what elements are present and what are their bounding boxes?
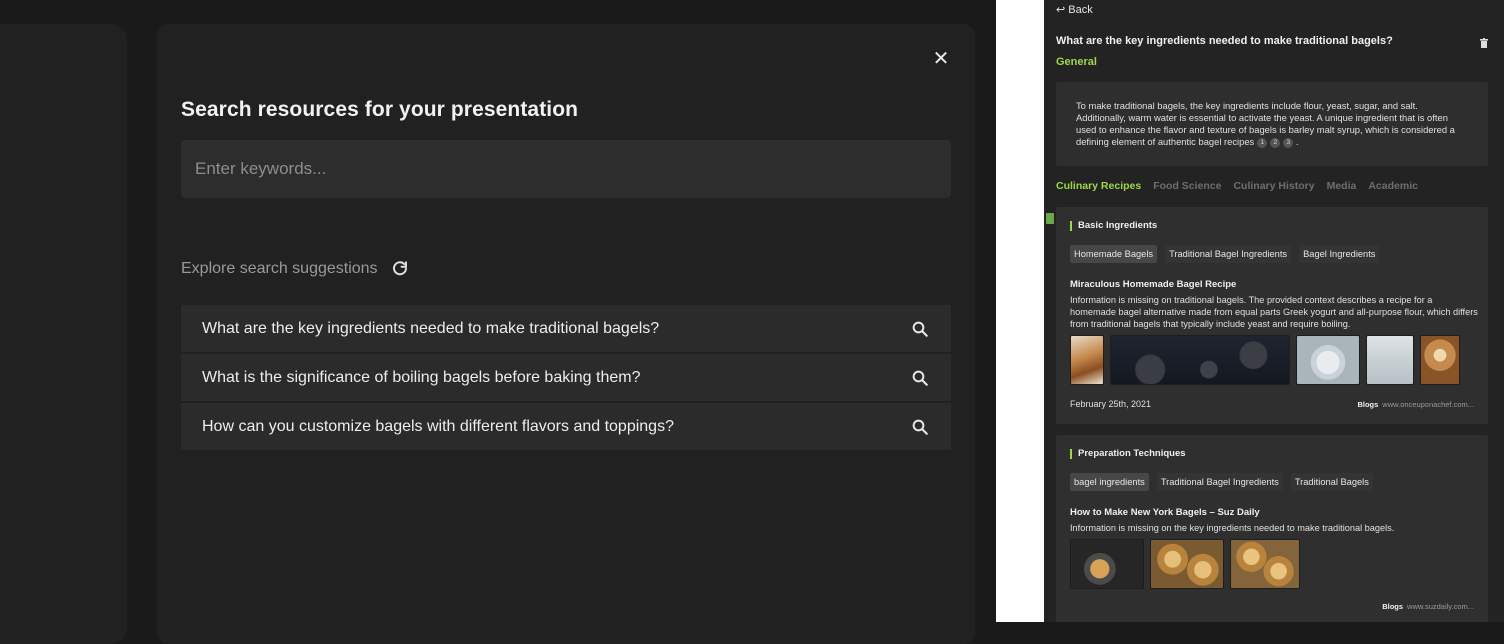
result-description: Information is missing on the key ingred… <box>1070 523 1395 533</box>
section-title: Preparation Techniques <box>1070 449 1186 459</box>
image-thumbnails <box>1070 539 1306 589</box>
modal-title: Search resources for your presentation <box>181 98 579 121</box>
suggestion-list: What are the key ingredients needed to m… <box>181 305 951 452</box>
suggestion-text: How can you customize bagels with differ… <box>202 417 674 435</box>
tab-food-science[interactable]: Food Science <box>1153 180 1221 192</box>
keyword-chip[interactable]: Traditional Bagels <box>1290 473 1373 491</box>
thumbnail-image[interactable] <box>1366 335 1414 385</box>
thumbnail-image[interactable] <box>1110 335 1290 385</box>
drag-handle-icon[interactable] <box>1046 213 1054 224</box>
refresh-icon[interactable] <box>391 260 409 278</box>
search-input[interactable] <box>181 140 951 198</box>
search-modal: ✕ Search resources for your presentation… <box>157 24 975 644</box>
suggestion-item[interactable]: What is the significance of boiling bage… <box>181 354 951 401</box>
category-label: General <box>1056 56 1097 68</box>
result-source[interactable]: Blogs www.onceuponachef.com... <box>1357 400 1474 409</box>
source-url: www.suzdaily.com... <box>1407 602 1474 611</box>
result-title[interactable]: How to Make New York Bagels – Suz Daily <box>1070 507 1260 518</box>
tab-media[interactable]: Media <box>1327 180 1357 192</box>
search-icon[interactable] <box>911 320 929 338</box>
resource-panel: ↩ Back What are the key ingredients need… <box>1044 0 1504 622</box>
keyword-chip[interactable]: Bagel Ingredients <box>1299 245 1380 263</box>
keyword-chip[interactable]: Traditional Bagel Ingredients <box>1156 473 1283 491</box>
thumbnail-image[interactable] <box>1420 335 1460 385</box>
main-app: ✕ Search resources for your presentation… <box>0 0 996 644</box>
citation-badge[interactable]: 3 <box>1283 137 1294 148</box>
search-icon[interactable] <box>911 369 929 387</box>
close-icon[interactable]: ✕ <box>931 49 951 69</box>
resource-section: Preparation Techniques bagel ingredients… <box>1056 435 1488 622</box>
answer-text: To make traditional bagels, the key ingr… <box>1076 100 1468 148</box>
divider-gap <box>996 0 1044 622</box>
side-card <box>0 24 127 644</box>
citation-badge[interactable]: 2 <box>1270 137 1281 148</box>
suggestions-label: Explore search suggestions <box>181 260 378 277</box>
tab-academic[interactable]: Academic <box>1368 180 1418 192</box>
thumbnail-image[interactable] <box>1150 539 1224 589</box>
suggestion-text: What is the significance of boiling bage… <box>202 368 641 386</box>
image-thumbnails <box>1070 335 1466 385</box>
source-tabs: Culinary Recipes Food Science Culinary H… <box>1056 180 1430 192</box>
section-title: Basic Ingredients <box>1070 221 1157 231</box>
thumbnail-image[interactable] <box>1230 539 1300 589</box>
keyword-chip[interactable]: Traditional Bagel Ingredients <box>1165 245 1292 263</box>
result-source[interactable]: Blogs www.suzdaily.com... <box>1382 602 1474 611</box>
suggestions-header: Explore search suggestions <box>181 260 409 278</box>
search-icon[interactable] <box>911 418 929 436</box>
question-title: What are the key ingredients needed to m… <box>1056 35 1393 47</box>
search-box[interactable] <box>181 140 951 198</box>
tab-culinary-recipes[interactable]: Culinary Recipes <box>1056 180 1141 192</box>
keyword-chip[interactable]: bagel ingredients <box>1070 473 1149 491</box>
suggestion-text: What are the key ingredients needed to m… <box>202 319 660 337</box>
keyword-chip[interactable]: Homemade Bagels <box>1070 245 1158 263</box>
back-button[interactable]: ↩ Back <box>1056 3 1093 16</box>
result-description: Information is missing on traditional ba… <box>1070 295 1478 329</box>
keyword-chips: Homemade Bagels Traditional Bagel Ingred… <box>1070 245 1387 263</box>
tab-culinary-history[interactable]: Culinary History <box>1233 180 1314 192</box>
resource-section: Basic Ingredients Homemade Bagels Tradit… <box>1056 207 1488 424</box>
thumbnail-image[interactable] <box>1070 335 1104 385</box>
answer-end: . <box>1295 136 1299 147</box>
result-title[interactable]: Miraculous Homemade Bagel Recipe <box>1070 279 1236 290</box>
answer-box: To make traditional bagels, the key ingr… <box>1056 82 1488 166</box>
source-type: Blogs <box>1382 602 1404 611</box>
back-label: Back <box>1068 4 1093 16</box>
thumbnail-image[interactable] <box>1070 539 1144 589</box>
suggestion-item[interactable]: What are the key ingredients needed to m… <box>181 305 951 352</box>
citation-badge[interactable]: 1 <box>1257 137 1268 148</box>
source-type: Blogs <box>1357 400 1379 409</box>
result-date: February 25th, 2021 <box>1070 399 1152 409</box>
arrow-left-icon: ↩ <box>1056 4 1066 16</box>
source-url: www.onceuponachef.com... <box>1382 400 1474 409</box>
thumbnail-image[interactable] <box>1296 335 1360 385</box>
keyword-chips: bagel ingredients Traditional Bagel Ingr… <box>1070 473 1381 491</box>
suggestion-item[interactable]: How can you customize bagels with differ… <box>181 403 951 450</box>
trash-icon[interactable] <box>1480 35 1490 48</box>
